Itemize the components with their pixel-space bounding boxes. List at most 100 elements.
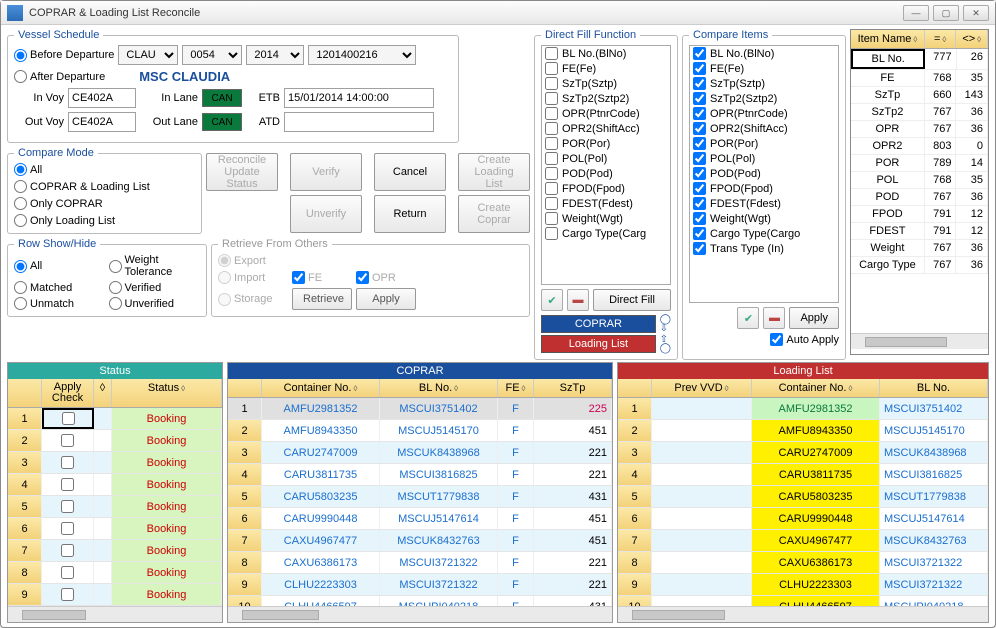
compare-only-loading-radio[interactable]: Only Loading List xyxy=(14,214,195,227)
rs-matched[interactable]: Matched xyxy=(14,281,106,294)
rs-unmatch[interactable]: Unmatch xyxy=(14,297,106,310)
loading-row[interactable]: 4CARU3811735MSCUI3816825 xyxy=(618,464,988,486)
loading-row[interactable]: 1AMFU2981352MSCUI3751402 xyxy=(618,398,988,420)
compare-item[interactable]: FPOD(Fpod) xyxy=(690,181,838,196)
compare-item[interactable]: Trans Type (In) xyxy=(690,241,838,256)
status-row[interactable]: 4Booking xyxy=(8,474,222,496)
item-row[interactable]: OPR76736 xyxy=(851,121,988,138)
coprar-down-icon[interactable]: ⇩ xyxy=(660,324,671,333)
loading-row[interactable]: 7CAXU4967477MSCUK8432763 xyxy=(618,530,988,552)
coprar-row[interactable]: 1AMFU2981352MSCUI3751402F225 xyxy=(228,398,612,420)
retrieve-opr[interactable]: OPR xyxy=(356,271,416,284)
outvoy-input[interactable] xyxy=(68,112,136,132)
status-row[interactable]: 1Booking xyxy=(8,408,222,430)
rs-verified[interactable]: Verified xyxy=(109,281,201,294)
compare-item[interactable]: SzTp(Sztp) xyxy=(690,76,838,91)
loading-row[interactable]: 5CARU5803235MSCUT1779838 xyxy=(618,486,988,508)
item-row[interactable]: FDEST79112 xyxy=(851,223,988,240)
direct-fill-item[interactable]: FPOD(Fpod) xyxy=(542,181,670,196)
compare-item[interactable]: POR(Por) xyxy=(690,136,838,151)
compare-item[interactable]: FE(Fe) xyxy=(690,61,838,76)
coprar-row[interactable]: 2AMFU8943350MSCUJ5145170F451 xyxy=(228,420,612,442)
retrieve-button[interactable]: Retrieve xyxy=(292,288,352,310)
invoy-input[interactable] xyxy=(68,88,136,108)
etb-input[interactable] xyxy=(284,88,434,108)
df-uncheck-all-icon[interactable]: ▬ xyxy=(567,289,589,311)
status-row[interactable]: 3Booking xyxy=(8,452,222,474)
reconcile-button[interactable]: Reconcile Update Status xyxy=(206,153,278,191)
direct-fill-item[interactable]: BL No.(BlNo) xyxy=(542,46,670,61)
item-row[interactable]: FPOD79112 xyxy=(851,206,988,223)
status-row[interactable]: 8Booking xyxy=(8,562,222,584)
direct-fill-item[interactable]: Cargo Type(Carg xyxy=(542,226,670,241)
minimize-button[interactable]: — xyxy=(903,5,929,21)
apply-check-header[interactable]: Apply Check xyxy=(42,379,94,407)
compare-both-radio[interactable]: COPRAR & Loading List xyxy=(14,180,195,193)
compare-item[interactable]: OPR(PtnrCode) xyxy=(690,106,838,121)
direct-fill-item[interactable]: SzTp2(Sztp2) xyxy=(542,91,670,106)
item-row[interactable]: Cargo Type76736 xyxy=(851,257,988,274)
create-coprar-button[interactable]: Create Coprar xyxy=(458,195,530,233)
direct-fill-item[interactable]: OPR(PtnrCode) xyxy=(542,106,670,121)
ci-uncheck-all-icon[interactable]: ▬ xyxy=(763,307,785,329)
compare-all-radio[interactable]: All xyxy=(14,163,195,176)
compare-items-list[interactable]: BL No.(BlNo)FE(Fe)SzTp(Sztp)SzTp2(Sztp2)… xyxy=(689,45,839,303)
coprar-row[interactable]: 3CARU2747009MSCUK8438968F221 xyxy=(228,442,612,464)
df-check-all-icon[interactable]: ✔ xyxy=(541,289,563,311)
item-row[interactable]: Weight76736 xyxy=(851,240,988,257)
year-select[interactable]: 2014 xyxy=(246,45,304,65)
item-row[interactable]: POR78914 xyxy=(851,155,988,172)
direct-fill-item[interactable]: POR(Por) xyxy=(542,136,670,151)
loading-row[interactable]: 2AMFU8943350MSCUJ5145170 xyxy=(618,420,988,442)
compare-item[interactable]: SzTp2(Sztp2) xyxy=(690,91,838,106)
long-select[interactable]: 1201400216 xyxy=(308,45,416,65)
clau-select[interactable]: CLAU xyxy=(118,45,178,65)
cancel-button[interactable]: Cancel xyxy=(374,153,446,191)
coprar-tab[interactable]: COPRAR xyxy=(541,315,656,333)
direct-fill-button[interactable]: Direct Fill xyxy=(593,289,671,311)
verify-button[interactable]: Verify xyxy=(290,153,362,191)
return-button[interactable]: Return xyxy=(374,195,446,233)
compare-item[interactable]: BL No.(BlNo) xyxy=(690,46,838,61)
compare-item[interactable]: POL(Pol) xyxy=(690,151,838,166)
item-row[interactable]: SzTp276736 xyxy=(851,104,988,121)
after-departure-radio[interactable]: After Departure xyxy=(14,70,105,83)
coprar-row[interactable]: 5CARU5803235MSCUT1779838F431 xyxy=(228,486,612,508)
coprar-row[interactable]: 9CLHU2223303MSCUI3721322F221 xyxy=(228,574,612,596)
loading-tab[interactable]: Loading List xyxy=(541,335,656,353)
direct-fill-list[interactable]: BL No.(BlNo)FE(Fe)SzTp(Sztp)SzTp2(Sztp2)… xyxy=(541,45,671,285)
compare-only-coprar-radio[interactable]: Only COPRAR xyxy=(14,197,195,210)
item-row[interactable]: SzTp660143 xyxy=(851,87,988,104)
item-name-grid[interactable]: Item Name◊ =◊ <>◊ BL No.77726FE76835SzTp… xyxy=(850,29,989,355)
loading-row[interactable]: 8CAXU6386173MSCUI3721322 xyxy=(618,552,988,574)
status-row[interactable]: 2Booking xyxy=(8,430,222,452)
direct-fill-item[interactable]: OPR2(ShiftAcc) xyxy=(542,121,670,136)
status-row[interactable]: 5Booking xyxy=(8,496,222,518)
loading-row[interactable]: 10CLHU4466597MSCUPI040218 xyxy=(618,596,988,606)
compare-item[interactable]: OPR2(ShiftAcc) xyxy=(690,121,838,136)
status-row[interactable]: 9Booking xyxy=(8,584,222,606)
unverify-button[interactable]: Unverify xyxy=(290,195,362,233)
rs-unverified[interactable]: Unverified xyxy=(109,297,201,310)
direct-fill-item[interactable]: FDEST(Fdest) xyxy=(542,196,670,211)
maximize-button[interactable]: ▢ xyxy=(933,5,959,21)
coprar-row[interactable]: 4CARU3811735MSCUI3816825F221 xyxy=(228,464,612,486)
status-row[interactable]: 6Booking xyxy=(8,518,222,540)
compare-item[interactable]: Weight(Wgt) xyxy=(690,211,838,226)
coprar-row[interactable]: 10CLHU4466597MSCUPI040218F431 xyxy=(228,596,612,606)
item-row[interactable]: POD76736 xyxy=(851,189,988,206)
loading-row[interactable]: 3CARU2747009MSCUK8438968 xyxy=(618,442,988,464)
compare-item[interactable]: FDEST(Fdest) xyxy=(690,196,838,211)
item-row[interactable]: FE76835 xyxy=(851,70,988,87)
loading-down-icon[interactable]: ◯ xyxy=(660,344,671,353)
close-button[interactable]: ✕ xyxy=(963,5,989,21)
rs-wt[interactable]: Weight Tolerance xyxy=(109,254,201,278)
direct-fill-item[interactable]: POL(Pol) xyxy=(542,151,670,166)
auto-apply-check[interactable]: Auto Apply xyxy=(689,333,839,346)
num-select[interactable]: 0054 xyxy=(182,45,242,65)
create-loadinglist-button[interactable]: Create Loading List xyxy=(458,153,530,191)
loading-row[interactable]: 9CLHU2223303MSCUI3721322 xyxy=(618,574,988,596)
item-row[interactable]: BL No.77726 xyxy=(851,49,988,70)
rs-all[interactable]: All xyxy=(14,254,106,278)
retrieve-apply-button[interactable]: Apply xyxy=(356,288,416,310)
